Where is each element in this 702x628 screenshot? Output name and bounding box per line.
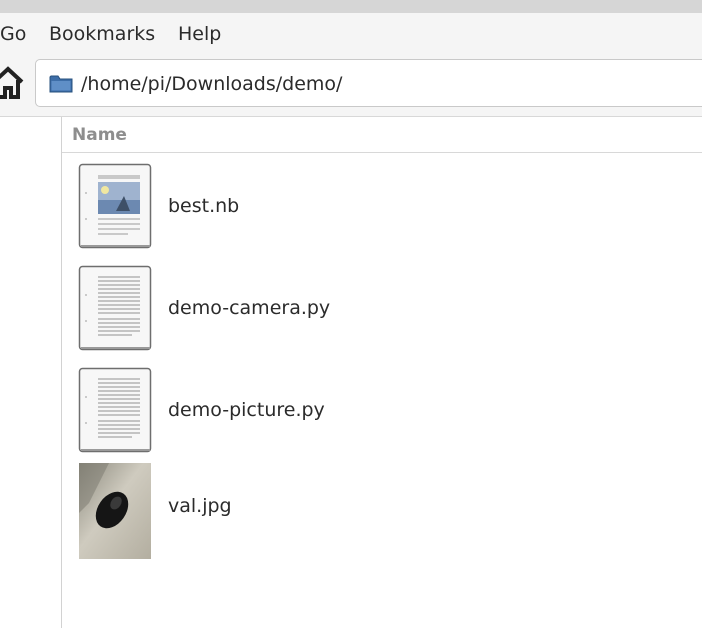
- window-top-edge: [0, 0, 702, 13]
- menu-go[interactable]: Go: [0, 22, 26, 46]
- column-header-name[interactable]: Name: [72, 124, 127, 146]
- home-button[interactable]: [0, 63, 28, 103]
- menubar: Go Bookmarks Help: [0, 13, 702, 53]
- file-name: best.nb: [168, 195, 240, 217]
- location-bar[interactable]: /home/pi/Downloads/demo/: [35, 59, 702, 107]
- toolbar: /home/pi/Downloads/demo/: [0, 53, 702, 117]
- file-item-best-nb[interactable]: best.nb: [62, 163, 702, 263]
- image-document-icon: [78, 163, 152, 249]
- file-item-demo-camera-py[interactable]: demo-camera.py: [62, 265, 702, 365]
- file-name: demo-camera.py: [168, 297, 331, 319]
- column-header: Name: [62, 117, 702, 153]
- file-item-val-jpg[interactable]: val.jpg: [62, 463, 702, 563]
- location-path: /home/pi/Downloads/demo/: [81, 73, 343, 95]
- file-name: demo-picture.py: [168, 399, 325, 421]
- text-document-icon: [78, 265, 152, 351]
- menu-bookmarks[interactable]: Bookmarks: [49, 22, 155, 46]
- text-document-icon: [78, 367, 152, 453]
- menu-help[interactable]: Help: [178, 22, 221, 46]
- folder-icon: [49, 75, 73, 93]
- file-list: Name best.nb demo-camera.py demo-picture…: [62, 117, 702, 628]
- photo-thumbnail: [79, 463, 151, 559]
- file-item-demo-picture-py[interactable]: demo-picture.py: [62, 367, 702, 467]
- side-pane: [0, 117, 62, 628]
- home-icon: [0, 66, 24, 99]
- file-name: val.jpg: [168, 495, 232, 517]
